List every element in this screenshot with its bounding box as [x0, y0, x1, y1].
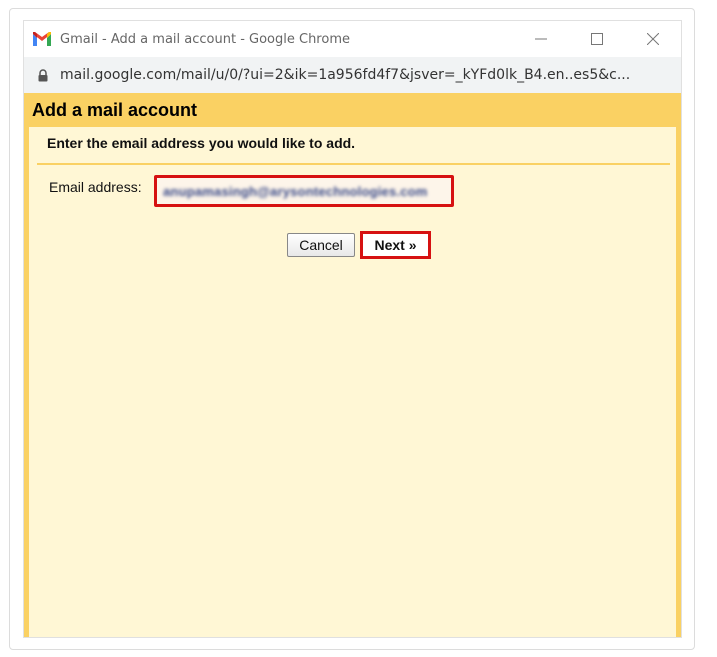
minimize-icon[interactable] — [513, 21, 569, 57]
email-value: anupamasingh@arysontechnologies.com — [163, 183, 428, 199]
dialog-header: Add a mail account — [24, 93, 681, 127]
next-button[interactable]: Next » — [360, 231, 431, 259]
window-title: Gmail - Add a mail account - Google Chro… — [60, 31, 350, 47]
dialog-body: Enter the email address you would like t… — [24, 127, 681, 637]
email-label: Email address: — [49, 179, 142, 195]
page-title: Add a mail account — [32, 99, 198, 120]
maximize-icon[interactable] — [569, 21, 625, 57]
dialog-panel: Enter the email address you would like t… — [29, 127, 676, 637]
email-field[interactable]: anupamasingh@arysontechnologies.com — [154, 175, 454, 207]
url-text[interactable]: mail.google.com/mail/u/0/?ui=2&ik=1a956f… — [60, 67, 630, 83]
gmail-logo-icon — [32, 31, 52, 47]
close-icon[interactable] — [625, 21, 681, 57]
chrome-popup-window: Gmail - Add a mail account - Google Chro… — [23, 20, 682, 638]
lock-icon[interactable] — [38, 68, 48, 82]
title-bar: Gmail - Add a mail account - Google Chro… — [24, 21, 681, 57]
divider — [37, 163, 670, 165]
instruction-text: Enter the email address you would like t… — [47, 135, 356, 151]
cancel-button[interactable]: Cancel — [287, 233, 355, 257]
address-bar: mail.google.com/mail/u/0/?ui=2&ik=1a956f… — [24, 57, 681, 93]
window-controls — [513, 21, 681, 57]
